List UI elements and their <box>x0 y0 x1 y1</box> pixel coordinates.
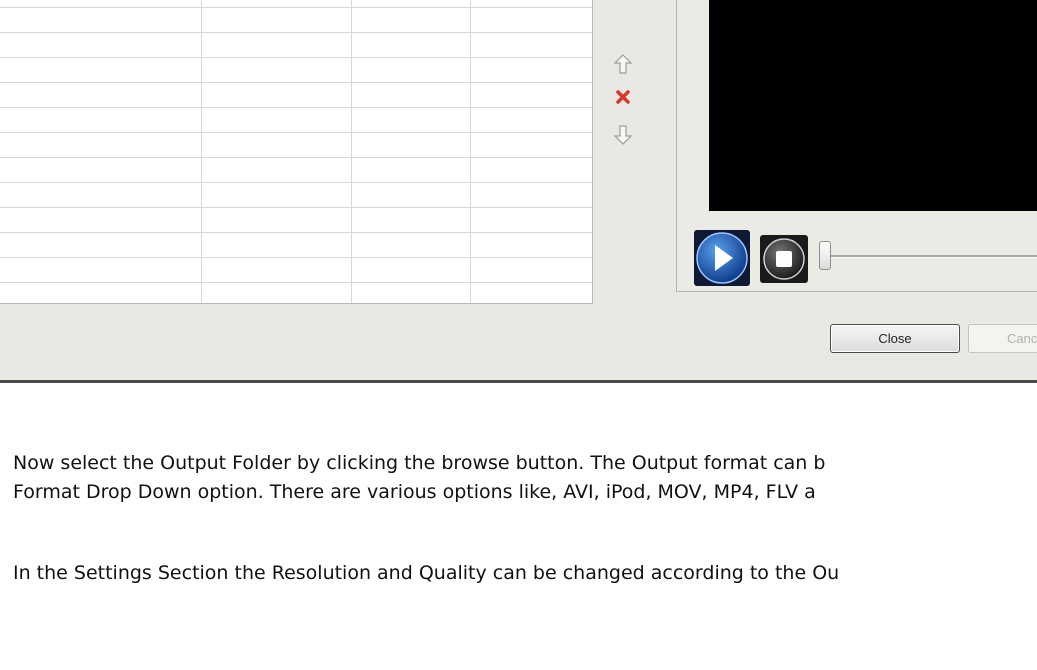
seek-bar[interactable] <box>820 255 1037 258</box>
file-list-grid[interactable] <box>0 0 593 304</box>
settings-instruction-text: In the Settings Section the Resolution a… <box>13 562 840 584</box>
stop-button[interactable] <box>759 234 809 289</box>
stop-icon <box>760 235 808 283</box>
grid-row[interactable] <box>0 32 592 33</box>
arrow-up-icon <box>614 54 632 74</box>
instruction-text-line-2: Format Drop Down option. There are vario… <box>13 481 816 503</box>
cancel-button[interactable]: Cancel <box>968 324 1037 353</box>
grid-row[interactable] <box>0 132 592 133</box>
grid-row[interactable] <box>0 107 592 108</box>
remove-x-icon <box>616 90 630 104</box>
grid-row[interactable] <box>0 257 592 258</box>
move-down-button[interactable] <box>610 122 636 148</box>
grid-row[interactable] <box>0 207 592 208</box>
grid-row[interactable] <box>0 282 592 283</box>
play-button[interactable] <box>693 229 751 292</box>
grid-row[interactable] <box>0 82 592 83</box>
grid-row[interactable] <box>0 57 592 58</box>
converter-dialog: Close Cancel <box>0 0 1037 383</box>
video-preview <box>709 0 1037 211</box>
grid-row[interactable] <box>0 232 592 233</box>
play-icon <box>694 230 750 286</box>
seek-slider-thumb[interactable] <box>819 241 831 270</box>
instruction-text-line-1: Now select the Output Folder by clicking… <box>13 452 826 474</box>
close-button[interactable]: Close <box>830 324 960 353</box>
move-up-button[interactable] <box>610 51 636 77</box>
arrow-down-icon <box>614 125 632 145</box>
grid-row[interactable] <box>0 157 592 158</box>
grid-row[interactable] <box>0 7 592 8</box>
remove-button[interactable] <box>610 84 636 110</box>
grid-row[interactable] <box>0 182 592 183</box>
